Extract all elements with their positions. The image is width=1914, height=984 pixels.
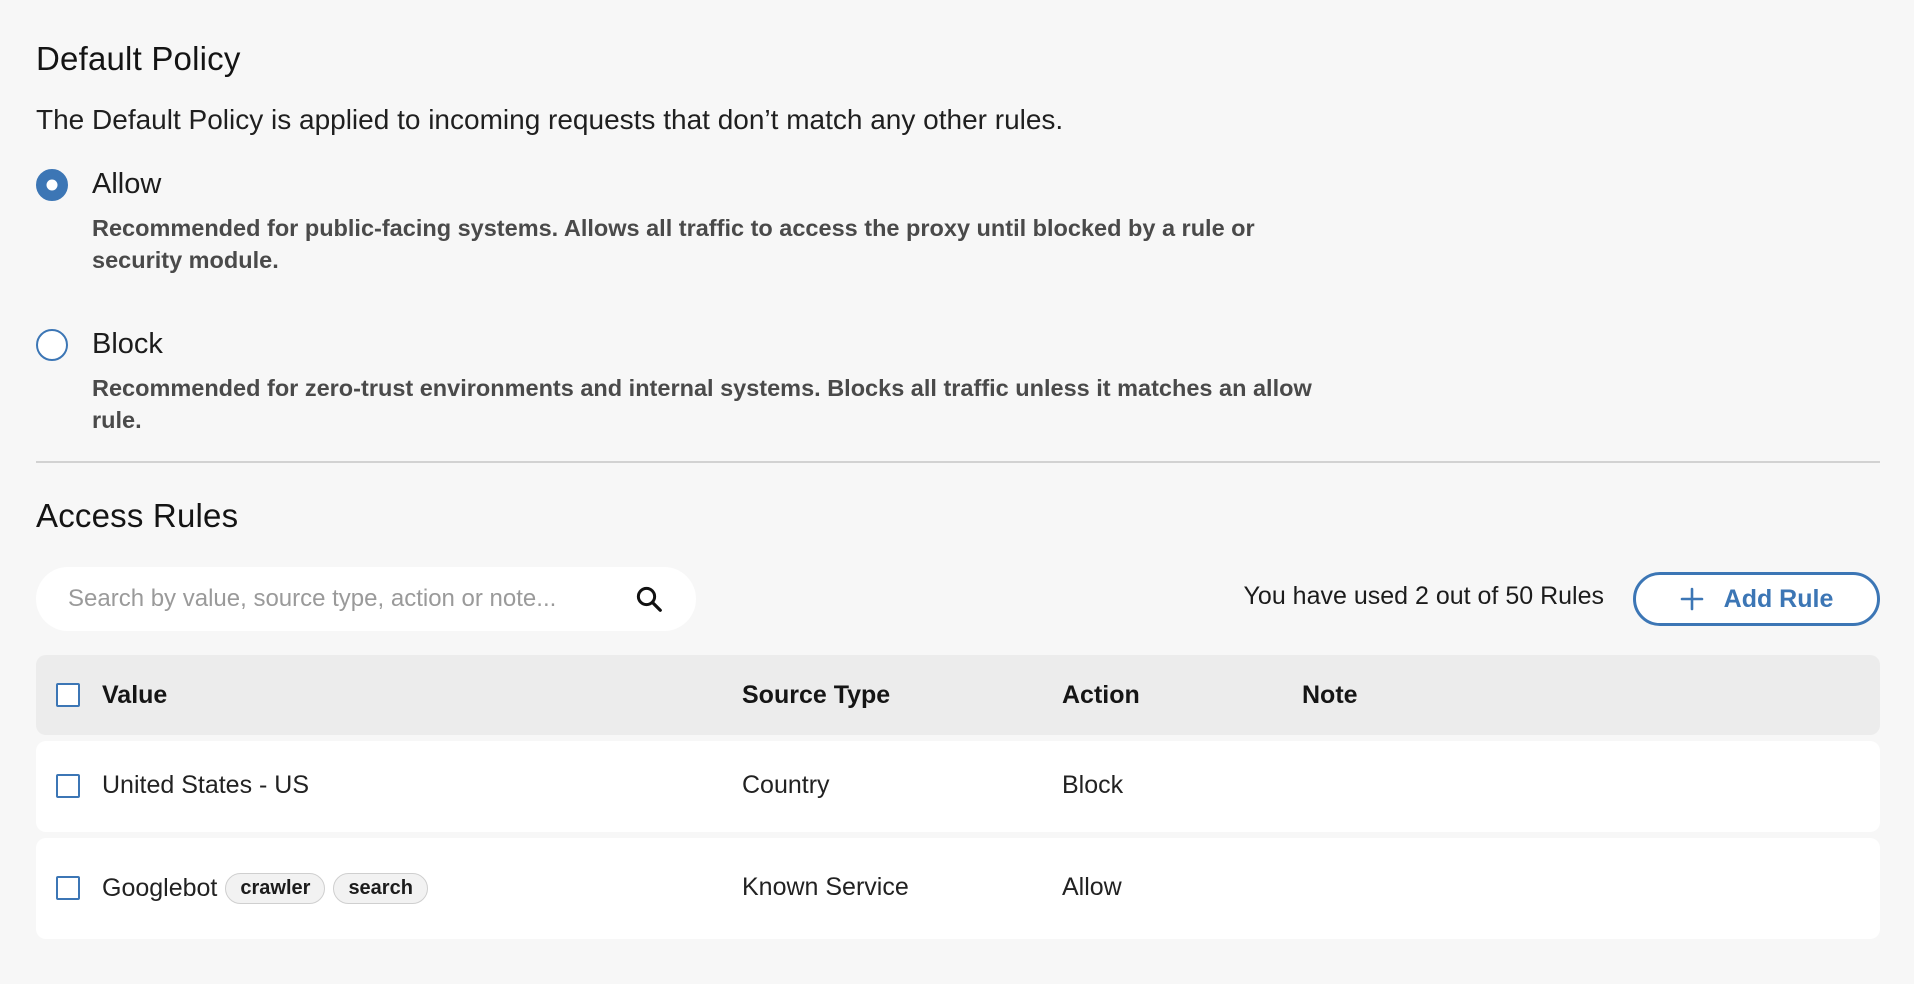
select-all-checkbox[interactable] [56, 683, 80, 707]
add-rule-button[interactable]: Add Rule [1633, 572, 1880, 626]
plus-icon [1680, 587, 1703, 611]
row-checkbox[interactable] [56, 876, 80, 900]
allow-radio[interactable] [36, 168, 68, 201]
search-input[interactable] [68, 585, 634, 613]
row-source-type: Country [742, 771, 830, 799]
access-rules-title: Access Rules [36, 497, 239, 534]
rules-usage-text: You have used 2 out of 50 Rules [1243, 582, 1604, 610]
tag-crawler: crawler [225, 873, 326, 904]
row-value-cell: Googlebot crawler search [102, 873, 428, 904]
row-action: Allow [1062, 873, 1122, 901]
column-header-value[interactable]: Value [102, 681, 167, 710]
tag-search: search [333, 873, 428, 904]
column-header-action[interactable]: Action [1062, 681, 1140, 710]
block-radio[interactable] [36, 328, 68, 361]
table-row[interactable]: Googlebot crawler search Known Service A… [36, 838, 1880, 939]
search-box [36, 567, 696, 631]
allow-description: Recommended for public-facing systems. A… [92, 215, 1255, 273]
row-action: Block [1062, 771, 1124, 799]
column-header-note[interactable]: Note [1302, 681, 1358, 710]
row-source-type: Known Service [742, 873, 909, 901]
row-value: Googlebot [102, 874, 218, 902]
column-header-source-type[interactable]: Source Type [742, 681, 890, 710]
table-header: Value Source Type Action Note [36, 655, 1880, 735]
block-description: Recommended for zero-trust environments … [92, 375, 1312, 433]
section-divider [36, 461, 1880, 463]
row-value: United States - US [102, 771, 310, 799]
row-checkbox[interactable] [56, 774, 80, 798]
default-policy-title: Default Policy [36, 40, 241, 77]
table-row[interactable]: United States - US Country Block [36, 741, 1880, 832]
search-icon[interactable] [634, 584, 664, 614]
radio-option-allow[interactable]: Allow [36, 168, 161, 201]
allow-radio-label[interactable]: Allow [92, 168, 161, 201]
default-policy-description: The Default Policy is applied to incomin… [36, 104, 1064, 135]
block-radio-label[interactable]: Block [92, 328, 163, 361]
add-rule-label: Add Rule [1723, 584, 1834, 613]
page: Default Policy The Default Policy is app… [0, 0, 1914, 984]
radio-option-block[interactable]: Block [36, 328, 163, 361]
